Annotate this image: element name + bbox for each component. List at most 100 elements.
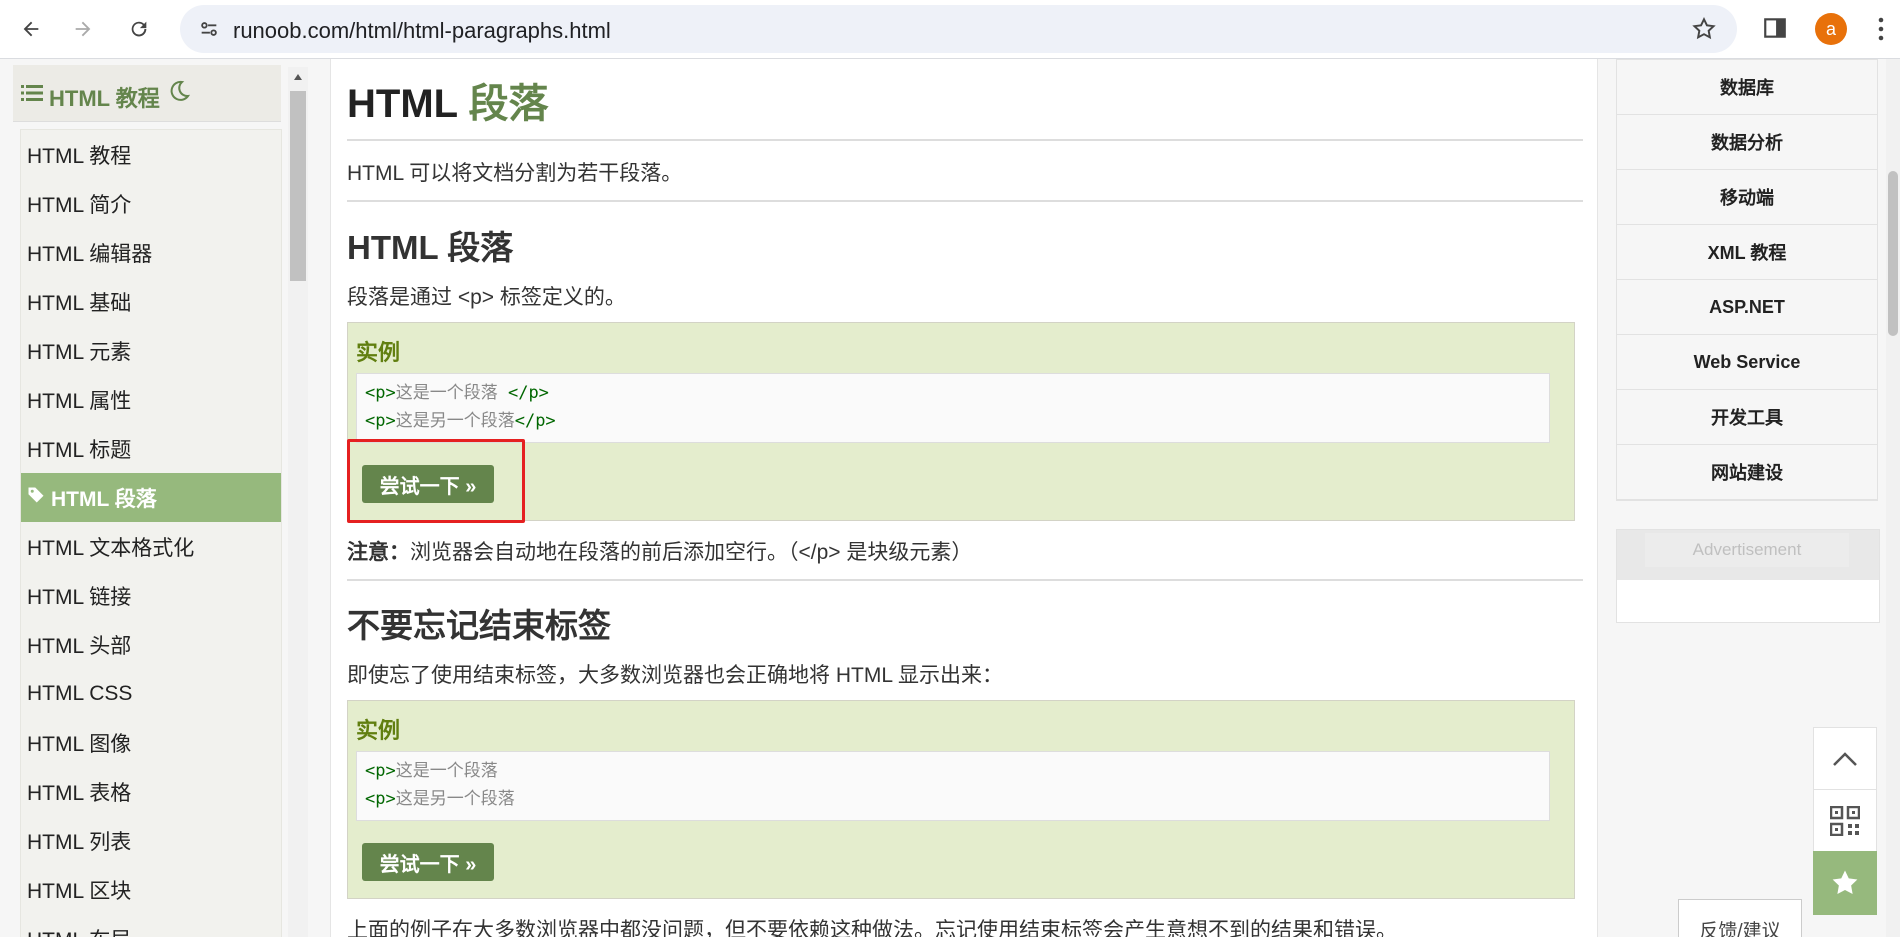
sidebar-item-label: HTML 属性: [27, 389, 132, 413]
profile-avatar[interactable]: a: [1815, 13, 1847, 45]
moon-icon[interactable]: [167, 79, 191, 108]
sidebar-item-label: HTML CSS: [27, 681, 133, 705]
url-text[interactable]: runoob.com/html/html-paragraphs.html: [233, 18, 611, 44]
side-panel-icon[interactable]: [1762, 15, 1788, 46]
sidebar-item[interactable]: HTML 表格: [21, 767, 281, 816]
sidebar-item[interactable]: HTML 标题: [21, 424, 281, 473]
sidebar-item-label: HTML 文本格式化: [27, 536, 195, 560]
address-bar[interactable]: runoob.com/html/html-paragraphs.html: [180, 5, 1737, 53]
code-tag: <p>: [365, 383, 396, 403]
section-text: 段落是通过 <p> 标签定义的。: [347, 286, 626, 309]
category-link[interactable]: Web Service: [1617, 335, 1877, 390]
category-link[interactable]: 移动端: [1617, 170, 1877, 225]
example-box: 实例 <p>这是一个段落 <p>这是另一个段落 尝试一下 »: [347, 700, 1575, 899]
sidebar-item-label: HTML 编辑器: [27, 242, 153, 266]
reload-icon: [131, 21, 147, 37]
sidebar-item[interactable]: HTML CSS: [21, 669, 281, 718]
sidebar-item[interactable]: HTML 头部: [21, 620, 281, 669]
sidebar-item[interactable]: HTML 区块: [21, 865, 281, 914]
back-to-top-button[interactable]: [1813, 727, 1877, 791]
sidebar-item-label: HTML 链接: [27, 585, 132, 609]
page-title-accent: 段落: [468, 82, 549, 126]
sidebar-header: HTML 教程: [13, 65, 281, 122]
qr-code-icon: [1830, 806, 1860, 836]
tag-icon: [27, 486, 45, 510]
scroll-up-arrow-icon[interactable]: [293, 73, 303, 81]
sidebar-item[interactable]: HTML 元素: [21, 326, 281, 375]
sidebar-item-label: HTML 区块: [27, 879, 132, 903]
divider: [347, 579, 1583, 581]
sidebar-nav-list: HTML 教程 HTML 简介 HTML 编辑器 HTML 基础 HTML 元素 HTML…: [20, 129, 282, 937]
forward-button[interactable]: [68, 14, 98, 44]
left-sidebar: HTML 教程 HTML 教程 HTML 简介 HTML 编辑器 HTML 基础 HTM…: [13, 65, 282, 937]
section-heading: HTML 段落: [347, 229, 514, 266]
sidebar-scrollbar-thumb[interactable]: [290, 91, 306, 281]
code-tag: <p>: [365, 789, 396, 809]
code-block: <p>这是一个段落 </p> <p>这是另一个段落</p>: [356, 373, 1550, 443]
feedback-button[interactable]: 反馈/建议: [1678, 899, 1802, 937]
arrow-right-icon: [75, 21, 91, 37]
code-content: 这是另一个段落: [395, 789, 515, 809]
reload-button[interactable]: [124, 14, 154, 44]
bottom-text: 上面的例子在大多数浏览器中都没问题，但不要依赖这种做法。忘记使用结束标签会产生意…: [347, 919, 1397, 937]
category-link[interactable]: 开发工具: [1617, 390, 1877, 445]
qr-code-button[interactable]: [1813, 789, 1877, 853]
category-link[interactable]: ASP.NET: [1617, 280, 1877, 335]
code-content: 这是一个段落: [395, 761, 498, 781]
category-link[interactable]: 网站建设: [1617, 445, 1877, 500]
example-title: 实例: [356, 340, 401, 365]
code-tag: <p>: [365, 411, 396, 431]
category-link[interactable]: 数据库: [1617, 60, 1877, 115]
sidebar-item[interactable]: HTML 文本格式化: [21, 522, 281, 571]
code-content: 这是另一个段落: [395, 411, 515, 431]
sidebar-item[interactable]: HTML 布局: [21, 914, 281, 937]
advertisement: Advertisement: [1616, 529, 1880, 623]
page-scrollbar-thumb[interactable]: [1888, 171, 1898, 336]
code-block: <p>这是一个段落 <p>这是另一个段落: [356, 751, 1550, 821]
list-icon: [21, 83, 43, 108]
section-text: 即使忘了使用结束标签，大多数浏览器也会正确地将 HTML 显示出来：: [347, 664, 1004, 687]
right-column: 数据库 数据分析 移动端 XML 教程 ASP.NET Web Service 开发工具 网站…: [1616, 59, 1878, 501]
site-info-icon[interactable]: [198, 18, 220, 45]
favorite-button[interactable]: [1813, 851, 1877, 915]
sidebar-item[interactable]: HTML 图像: [21, 718, 281, 767]
sidebar-item[interactable]: HTML 编辑器: [21, 228, 281, 277]
sidebar-item-label: HTML 列表: [27, 830, 132, 854]
example-box: 实例 <p>这是一个段落 </p> <p>这是另一个段落</p> 尝试一下 »: [347, 322, 1575, 521]
sidebar-item-label: HTML 头部: [27, 634, 132, 658]
sidebar-item[interactable]: HTML 简介: [21, 179, 281, 228]
sidebar-item-label: HTML 表格: [27, 781, 132, 805]
try-it-button[interactable]: 尝试一下 »: [362, 843, 494, 881]
bookmark-star-icon[interactable]: [1691, 16, 1717, 47]
sidebar-item-label: HTML 元素: [27, 340, 132, 364]
page-scrollbar[interactable]: [1886, 59, 1900, 937]
category-list: 数据库 数据分析 移动端 XML 教程 ASP.NET Web Service 开发工具 网站…: [1616, 59, 1878, 501]
category-link[interactable]: XML 教程: [1617, 225, 1877, 280]
divider: [347, 139, 1583, 141]
arrow-left-icon: [23, 21, 39, 37]
page-title-prefix: HTML: [347, 82, 458, 126]
main-content: HTML 段落 HTML 可以将文档分割为若干段落。 HTML 段落 段落是通过…: [330, 59, 1598, 937]
intro-text: HTML 可以将文档分割为若干段落。: [347, 162, 683, 185]
code-tag: </p>: [507, 383, 549, 403]
ad-label: Advertisement: [1645, 533, 1849, 567]
sidebar-scrollbar[interactable]: [288, 67, 308, 937]
ad-banner: Advertisement: [1617, 530, 1879, 580]
sidebar-item[interactable]: HTML 段落: [21, 473, 281, 522]
category-link[interactable]: 数据分析: [1617, 115, 1877, 170]
sidebar-item[interactable]: HTML 链接: [21, 571, 281, 620]
sidebar-item-label: HTML 教程: [27, 144, 132, 168]
star-icon: [1832, 870, 1858, 894]
sidebar-item[interactable]: HTML 教程: [21, 130, 281, 179]
sidebar-item[interactable]: HTML 属性: [21, 375, 281, 424]
back-button[interactable]: [16, 14, 46, 44]
sidebar-item-label: HTML 布局: [27, 924, 131, 937]
sidebar-item-label: HTML 基础: [27, 291, 132, 315]
sidebar-item-label: HTML 图像: [27, 732, 132, 756]
sidebar-item[interactable]: HTML 列表: [21, 816, 281, 865]
sidebar-item[interactable]: HTML 基础: [21, 277, 281, 326]
more-menu-icon[interactable]: [1877, 14, 1885, 44]
sidebar-title: HTML 教程: [49, 86, 160, 111]
page-viewport: HTML 教程 HTML 教程 HTML 简介 HTML 编辑器 HTML 基础 HTM…: [0, 59, 1900, 937]
chevron-up-icon: [1833, 752, 1857, 766]
